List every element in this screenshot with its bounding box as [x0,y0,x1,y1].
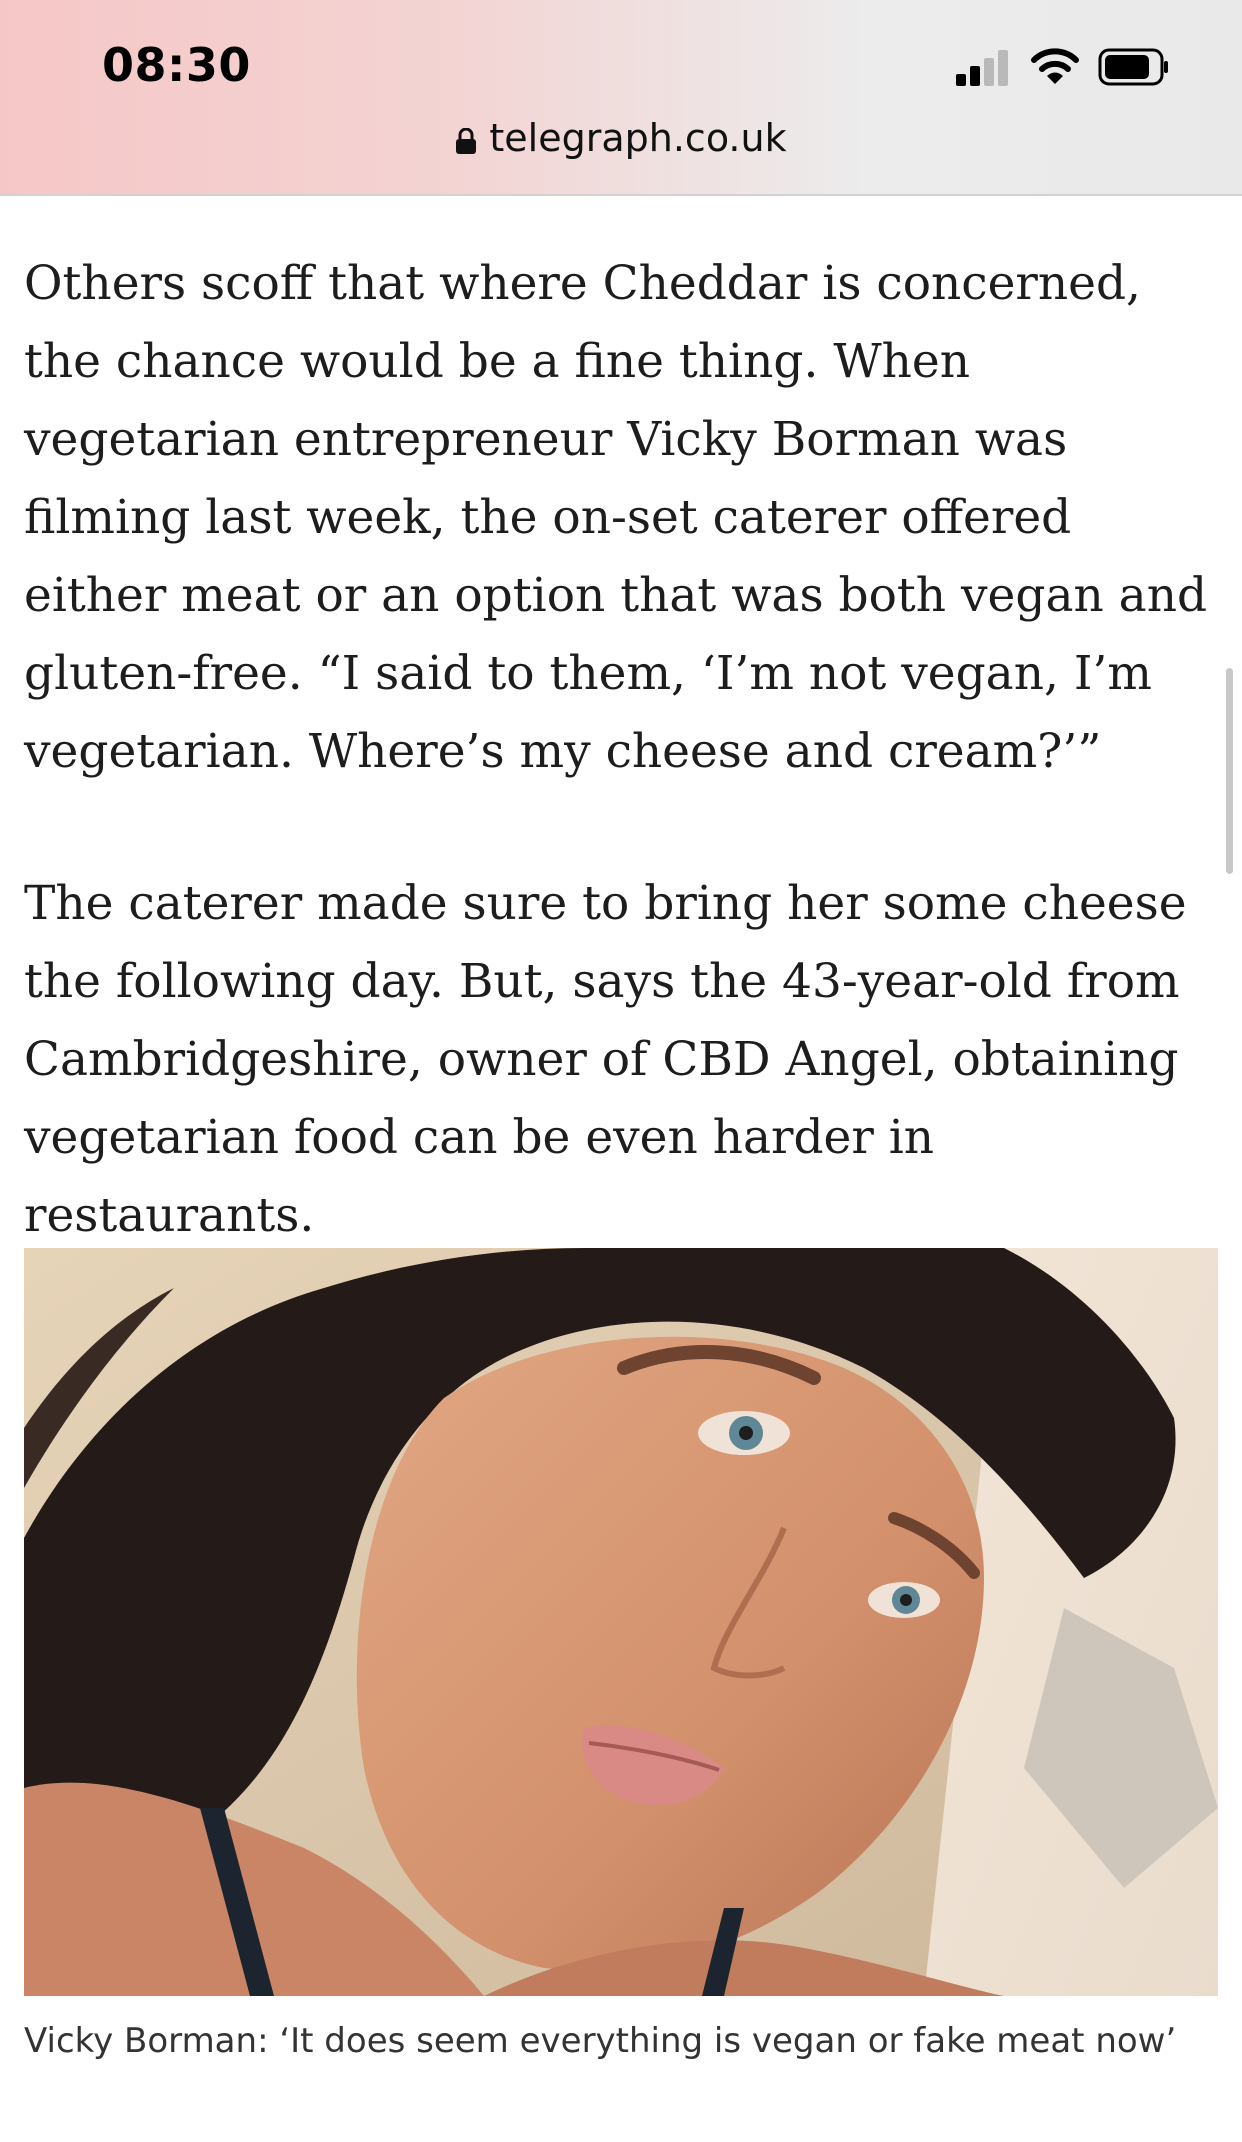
cellular-signal-icon [956,50,1012,86]
address-domain: telegraph.co.uk [489,116,787,160]
status-time: 08:30 [102,38,251,92]
battery-icon [1098,48,1168,86]
lock-icon [456,128,477,154]
article-paragraph: The caterer made sure to bring her some … [24,876,1187,1243]
browser-top-bar: 08:30 telegraph.co.uk [0,0,1242,196]
page-scrollbar[interactable] [1226,668,1233,874]
article-body: Others scoff that where Cheddar is conce… [24,245,1209,1255]
wifi-icon [1031,48,1079,84]
image-caption: Vicky Borman: ‘It does seem everything i… [24,2021,1177,2061]
article-photo [24,1248,1218,1996]
address-bar[interactable]: telegraph.co.uk [0,116,1242,160]
article-paragraph: Others scoff that where Cheddar is conce… [24,256,1208,779]
